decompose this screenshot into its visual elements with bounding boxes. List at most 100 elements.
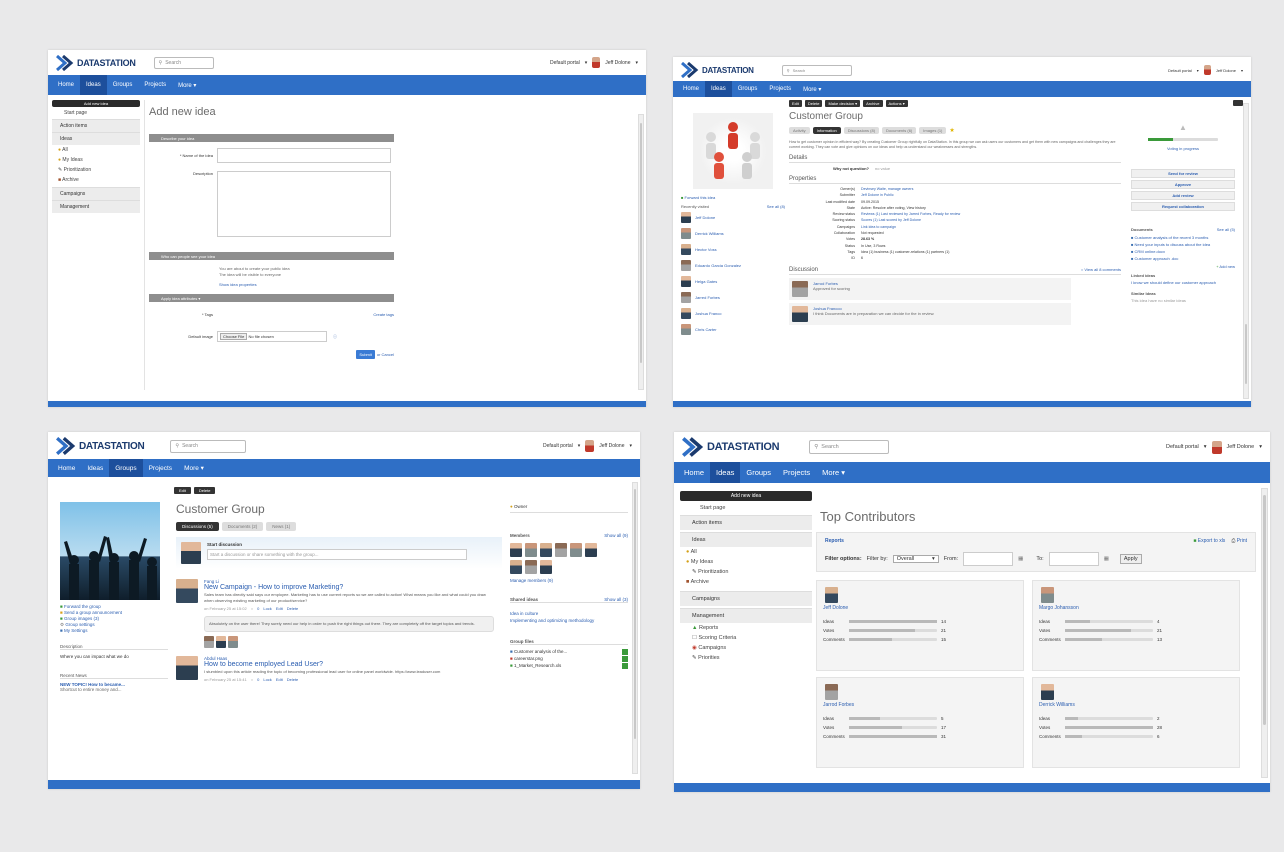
delete-link[interactable]: Delete (287, 677, 299, 682)
create-tags-link[interactable]: Create tags (373, 312, 394, 317)
add-new-document-link[interactable]: + Add new (1131, 264, 1235, 269)
member-avatar[interactable] (540, 543, 552, 557)
approve-button[interactable]: Approve (1131, 180, 1235, 189)
comment-count[interactable]: 0 (257, 677, 259, 682)
search-input[interactable]: ⚲ Search (170, 439, 247, 453)
sidebar-item-ideas[interactable]: Ideas (680, 532, 812, 547)
description-input[interactable] (217, 171, 391, 237)
nav-projects[interactable]: Projects (763, 81, 797, 97)
star-icon[interactable]: ★ (949, 127, 954, 134)
filter-by-select[interactable]: Overall ▾ (892, 555, 939, 563)
member-avatar[interactable] (525, 560, 537, 574)
search-input[interactable]: ⚲ Search (153, 56, 214, 69)
choose-file-button[interactable]: Choose File (220, 333, 248, 340)
sidebar-item-archive[interactable]: ■ Archive (52, 175, 140, 185)
search-input[interactable]: ⚲ Search (809, 440, 890, 454)
delete-button[interactable]: Delete (193, 487, 216, 494)
visitor-name[interactable]: Hector Voss (695, 247, 717, 252)
make-decision-button[interactable]: Make decision ▾ (825, 100, 861, 107)
calendar-icon[interactable]: ▦ (1104, 556, 1109, 562)
nav-ideas[interactable]: Ideas (705, 81, 732, 97)
visitor-name[interactable]: Jarred Forbes (695, 295, 720, 300)
user-name[interactable]: Jeff Dolone (599, 443, 624, 449)
from-date-input[interactable] (963, 552, 1014, 566)
submit-button[interactable]: Submit (356, 350, 375, 359)
nav-more[interactable]: More ▾ (172, 75, 202, 95)
visitor-name[interactable]: Jeff Dolone (695, 215, 715, 220)
list-item[interactable]: ■ careerstar.png (510, 655, 628, 662)
visitor-name[interactable]: Eduardo Garcia Gonzalez (695, 263, 741, 268)
list-item[interactable]: ■ Customer analysis of the recent 3 mont… (1131, 234, 1235, 241)
sidebar-item-archive[interactable]: ■ Archive (680, 577, 812, 587)
nav-more[interactable]: More ▾ (816, 462, 851, 483)
sidebar-item-my[interactable]: ● My Ideas (52, 155, 140, 165)
sidebar-item-start[interactable]: Start page (680, 501, 812, 515)
tab-discussions[interactable]: Discussions (5) (176, 522, 219, 531)
tab-news[interactable]: News (1) (266, 522, 297, 531)
member-avatar[interactable] (510, 560, 522, 574)
contributor-name[interactable]: Derrick Williams (1039, 702, 1233, 708)
visitor-name[interactable]: Chris Carter (695, 327, 717, 332)
nav-groups[interactable]: Groups (732, 81, 764, 97)
see-all-link[interactable]: See all (8) (767, 204, 785, 209)
contributor-name[interactable]: Jarrod Forbes (823, 702, 1017, 708)
delete-button[interactable]: Delete (804, 100, 823, 107)
apply-button[interactable]: Apply (1119, 554, 1142, 564)
nav-projects[interactable]: Projects (777, 462, 816, 483)
members-show-all-link[interactable]: Show all (9) (604, 533, 628, 538)
nav-home[interactable]: Home (677, 81, 705, 97)
download-icon[interactable] (622, 648, 628, 655)
member-avatar[interactable] (585, 543, 597, 557)
user-name[interactable]: Jeff Dolone (605, 60, 630, 66)
nav-projects[interactable]: Projects (143, 459, 178, 477)
nav-groups[interactable]: Groups (740, 462, 777, 483)
download-icon[interactable] (622, 662, 628, 669)
settings-icon[interactable] (1233, 100, 1243, 106)
sidebar-subitem-campaigns[interactable]: ◉ Campaigns (680, 643, 812, 653)
add-review-button[interactable]: Add review (1131, 191, 1235, 200)
to-date-input[interactable] (1048, 552, 1099, 566)
see-all-documents-link[interactable]: See all (5) (1217, 227, 1235, 232)
calendar-icon[interactable]: ▦ (1018, 556, 1023, 562)
print-link[interactable]: ⎙ Print (1231, 538, 1247, 544)
sidebar-item-action[interactable]: Action items (680, 515, 812, 530)
sidebar-item-action[interactable]: Action items (52, 119, 140, 132)
add-idea-button[interactable]: Add new idea (680, 491, 812, 501)
scrollbar[interactable] (638, 114, 644, 390)
member-avatar[interactable] (510, 543, 522, 557)
list-item[interactable]: ■ Customer analysis of the... (510, 648, 628, 655)
sidebar-item-my[interactable]: ● My Ideas (680, 557, 812, 567)
user-area[interactable]: Default portal ▾ Jeff Dolone ▾ (543, 440, 632, 452)
post-title[interactable]: How to become employed Lead User? (204, 661, 494, 668)
sidebar-item-campaigns[interactable]: Campaigns (680, 591, 812, 606)
archive-button[interactable]: Archive (863, 100, 883, 107)
sidebar-item-campaigns[interactable]: Campaigns (52, 187, 140, 200)
user-area[interactable]: Default portal ▾ Jeff Dolone ▾ (1166, 440, 1262, 454)
nav-home[interactable]: Home (52, 459, 81, 477)
portal-select[interactable]: Default portal (543, 443, 573, 449)
member-avatar[interactable] (570, 543, 582, 557)
forward-idea-link[interactable]: ■ Forward this idea (681, 195, 785, 200)
edit-link[interactable]: Edit (276, 606, 283, 611)
nav-more[interactable]: More ▾ (178, 459, 210, 477)
add-idea-button[interactable]: Add new idea (52, 100, 140, 107)
reports-label[interactable]: Reports (825, 538, 844, 544)
nav-home[interactable]: Home (52, 75, 80, 95)
user-name[interactable]: Jeff Dolone (1227, 444, 1255, 450)
delete-link[interactable]: Delete (287, 606, 299, 611)
nav-projects[interactable]: Projects (138, 75, 172, 95)
name-input[interactable] (217, 148, 391, 163)
portal-select[interactable]: Default portal (550, 60, 580, 66)
view-all-comments-link[interactable]: ○ View all 8 comments (1081, 267, 1121, 272)
cancel-link[interactable]: or Cancel (377, 352, 394, 357)
list-item[interactable]: ■ Customer approach .doc (1131, 255, 1235, 262)
actions-button[interactable]: Actions ▾ (885, 100, 908, 107)
linked-idea-item[interactable]: I know we should define our customer app… (1131, 280, 1235, 285)
export-link[interactable]: ■ Export to xls (1193, 538, 1225, 544)
nav-groups[interactable]: Groups (109, 459, 143, 477)
visitor-name[interactable]: Joshua Franco (695, 311, 721, 316)
user-name[interactable]: Jeff Dolone (1216, 68, 1236, 73)
my-settings-link[interactable]: ■ My Settings (60, 628, 168, 634)
list-item[interactable]: ■ 1_Market_Research.xls (510, 662, 628, 669)
shared-idea-item[interactable]: Idea in culture (510, 611, 628, 616)
